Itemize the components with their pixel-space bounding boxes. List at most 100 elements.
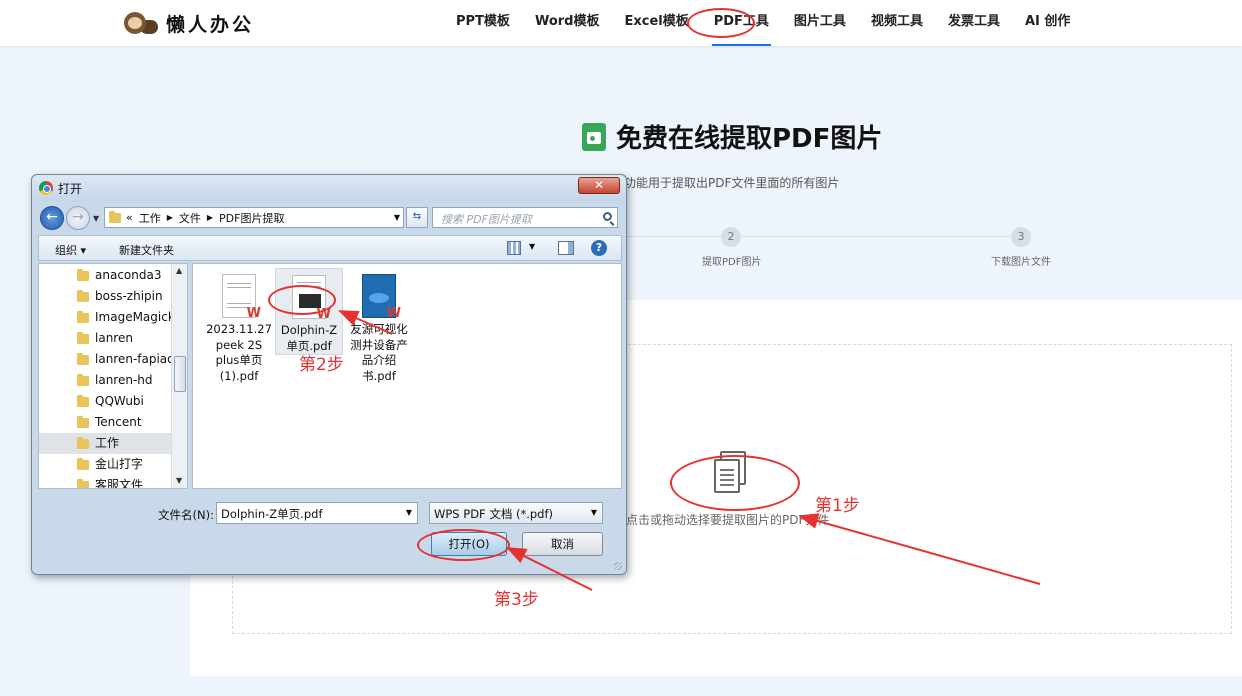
preview-pane-icon[interactable] [558, 241, 574, 255]
folder-icon [77, 332, 89, 344]
view-dropdown-icon[interactable]: ▼ [529, 242, 535, 251]
nav-item-video-tools[interactable]: 视频工具 [861, 0, 933, 46]
file-item-dolphin-z[interactable]: W Dolphin-Z单页.pdf [275, 268, 343, 355]
scrollbar-thumb[interactable] [174, 356, 186, 392]
page-heading: 免费在线提取PDF图片 [616, 124, 883, 154]
page-subtitle: 功能用于提取出PDF文件里面的所有图片 [624, 176, 840, 190]
close-button[interactable]: ✕ [578, 177, 620, 194]
breadcrumb-separator-icon[interactable]: ▶ [207, 213, 213, 222]
nav-item-pdf-tools[interactable]: PDF工具 [704, 0, 779, 46]
breadcrumb-pdf-extract[interactable]: PDF图片提取 [219, 210, 284, 226]
view-options-icon[interactable] [507, 241, 521, 255]
site-logo[interactable]: 懒人办公 [122, 8, 254, 38]
annotation-step-2: 第2步 [299, 355, 344, 375]
resize-grip-icon[interactable] [614, 562, 622, 570]
address-overflow[interactable]: « [126, 211, 133, 224]
steps-progress-line [622, 236, 1022, 237]
new-folder-button[interactable]: 新建文件夹 [119, 242, 174, 258]
upload-hint: 点击或拖动选择要提取图片的PDF文件 [626, 513, 830, 527]
breadcrumb-separator-icon[interactable]: ▶ [167, 213, 173, 222]
page-title: 免费在线提取PDF图片 [582, 118, 882, 155]
folder-icon [77, 395, 89, 407]
tree-item-work[interactable]: 工作 [39, 433, 171, 454]
tree-scrollbar[interactable]: ▲ ▼ [171, 264, 187, 488]
nav-item-invoice-tools[interactable]: 发票工具 [938, 0, 1010, 46]
tree-item-anaconda3[interactable]: anaconda3 [39, 265, 171, 286]
help-icon[interactable]: ? [591, 240, 607, 256]
file-item-peek-2s[interactable]: W 2023.11.27 peek 2S plus单页 (1).pdf [205, 268, 273, 384]
step-2-label: 提取PDF图片 [702, 257, 762, 268]
nav-item-image-tools[interactable]: 图片工具 [784, 0, 856, 46]
folder-icon [77, 479, 89, 488]
nav-item-excel[interactable]: Excel模板 [614, 0, 698, 46]
pdf-file-icon: W [362, 274, 401, 321]
filename-label: 文件名(N): [158, 508, 214, 522]
top-navbar: 懒人办公 PPT模板 Word模板 Excel模板 PDF工具 图片工具 视频工… [0, 0, 1242, 46]
filename-value: Dolphin-Z单页.pdf [221, 507, 323, 521]
tree-item-jinshan-typing[interactable]: 金山打字 [39, 454, 171, 475]
folder-icon [77, 311, 89, 323]
filetype-select[interactable]: WPS PDF 文档 (*.pdf) ▼ [429, 502, 603, 524]
wps-badge-icon: W [316, 306, 331, 322]
tree-item-lanren[interactable]: lanren [39, 328, 171, 349]
cancel-button[interactable]: 取消 [522, 532, 603, 556]
step-3-label: 下载图片文件 [991, 257, 1051, 268]
nav-menu: PPT模板 Word模板 Excel模板 PDF工具 图片工具 视频工具 发票工… [446, 0, 1085, 46]
folder-icon [77, 374, 89, 386]
chevron-down-icon[interactable]: ▼ [406, 508, 412, 517]
pdf-file-icon: W [292, 275, 331, 322]
address-dropdown-icon[interactable]: ▼ [394, 213, 400, 222]
address-row: ← → ▼ « 工作 ▶ 文件 ▶ PDF图片提取 ▼ ⇆ 搜索 PDF图片提取 [38, 205, 622, 230]
tree-item-lanren-fapiao[interactable]: lanren-fapiao [39, 349, 171, 370]
open-button[interactable]: 打开(O) [431, 532, 507, 556]
file-name: 友源可视化测井设备产品介绍书.pdf [350, 322, 408, 383]
folder-icon [77, 458, 89, 470]
refresh-icon[interactable]: ⇆ [406, 207, 428, 228]
breadcrumb-files[interactable]: 文件 [179, 210, 201, 226]
breadcrumb-work[interactable]: 工作 [139, 210, 161, 226]
search-input[interactable]: 搜索 PDF图片提取 [432, 207, 618, 228]
document-icon[interactable] [712, 451, 748, 495]
chrome-icon [39, 181, 53, 195]
tree-item-service-files[interactable]: 客服文件 [39, 475, 171, 488]
nav-item-word[interactable]: Word模板 [525, 0, 610, 46]
tree-item-qqwubi[interactable]: QQWubi [39, 391, 171, 412]
file-item-youyuan-intro[interactable]: W 友源可视化测井设备产品介绍书.pdf [345, 268, 413, 384]
tree-item-boss-zhipin[interactable]: boss-zhipin [39, 286, 171, 307]
pdf-file-icon: W [222, 274, 261, 321]
search-icon[interactable] [603, 212, 612, 221]
address-bar[interactable]: « 工作 ▶ 文件 ▶ PDF图片提取 ▼ [104, 207, 404, 228]
tree-item-tencent[interactable]: Tencent [39, 412, 171, 433]
organize-button[interactable]: 组织 ▾ [55, 242, 86, 258]
file-name: 2023.11.27 peek 2S plus单页 (1).pdf [206, 322, 272, 383]
step-3-dot: 3 [1011, 227, 1031, 247]
nav-item-ppt[interactable]: PPT模板 [446, 0, 520, 46]
dialog-title: 打开 [58, 182, 83, 196]
history-dropdown-icon[interactable]: ▼ [93, 214, 99, 223]
logo-text: 懒人办公 [166, 13, 255, 36]
file-list: W 2023.11.27 peek 2S plus单页 (1).pdf W Do… [192, 263, 622, 489]
image-file-icon [582, 122, 606, 151]
back-arrow-icon[interactable]: ← [40, 206, 64, 230]
folder-icon [77, 416, 89, 428]
filetype-value: WPS PDF 文档 (*.pdf) [434, 507, 554, 521]
scroll-up-icon[interactable]: ▲ [176, 266, 182, 275]
chevron-down-icon[interactable]: ▼ [591, 508, 597, 517]
folder-icon [77, 437, 89, 449]
forward-arrow-icon[interactable]: → [66, 206, 90, 230]
wps-badge-icon: W [386, 305, 401, 321]
folder-icon [77, 353, 89, 365]
folder-icon [77, 269, 89, 281]
tree-item-imagemagick[interactable]: ImageMagick [39, 307, 171, 328]
dialog-toolbar: 组织 ▾ 新建文件夹 ▼ ? [38, 235, 622, 261]
folder-icon [77, 290, 89, 302]
nav-item-ai-create[interactable]: AI 创作 [1015, 0, 1080, 46]
tree-item-lanren-hd[interactable]: lanren-hd [39, 370, 171, 391]
filename-input[interactable]: Dolphin-Z单页.pdf ▼ [216, 502, 418, 524]
scroll-down-icon[interactable]: ▼ [176, 476, 182, 485]
annotation-step-3: 第3步 [494, 590, 539, 610]
folder-icon [109, 210, 121, 223]
wps-badge-icon: W [246, 305, 261, 321]
sloth-logo-icon [122, 9, 158, 37]
dialog-titlebar[interactable]: 打开 ✕ [32, 175, 626, 201]
